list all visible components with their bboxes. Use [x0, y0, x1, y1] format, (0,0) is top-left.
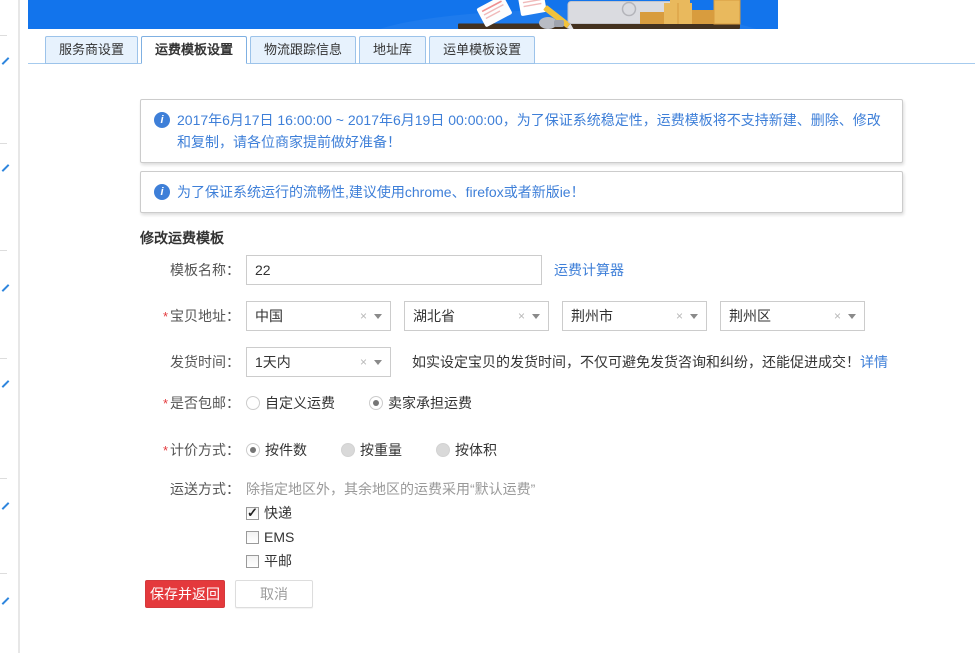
delivery-time-select[interactable]: 1天内 × — [246, 347, 391, 377]
shipping-method-hint: 除指定地区外，其余地区的运费采用“默认运费” — [246, 479, 535, 499]
clear-icon[interactable]: × — [360, 355, 367, 369]
checkbox-icon[interactable] — [246, 555, 259, 568]
freight-template-settings-page: 服务商设置 运费模板设置 物流跟踪信息 地址库 运单模板设置 i 2017年6月… — [0, 0, 975, 653]
tab-list: 服务商设置 运费模板设置 物流跟踪信息 地址库 运单模板设置 — [45, 36, 538, 64]
checkbox-express-row[interactable]: 快递 — [246, 503, 535, 523]
sidebar-divider — [0, 35, 7, 36]
checkbox-icon[interactable] — [246, 531, 259, 544]
radio-icon — [369, 396, 383, 410]
tab-freight-template-settings[interactable]: 运费模板设置 — [141, 36, 247, 64]
clear-icon[interactable]: × — [360, 309, 367, 323]
radio-seller-pays-freight[interactable]: 卖家承担运费 — [369, 393, 472, 413]
radio-icon — [436, 443, 450, 457]
tab-service-provider-settings[interactable]: 服务商设置 — [45, 36, 138, 64]
template-name-input[interactable] — [246, 255, 542, 285]
radio-icon — [341, 443, 355, 457]
info-icon: i — [154, 184, 170, 200]
detail-link[interactable]: 详情 — [860, 347, 888, 377]
item-address-row: *宝贝地址： 中国 × 湖北省 × 荆州市 × 荆州区 — [140, 301, 960, 331]
tab-logistics-tracking-info[interactable]: 物流跟踪信息 — [250, 36, 356, 64]
district-select[interactable]: 荆州区 × — [720, 301, 865, 331]
free-shipping-label: *是否包邮： — [140, 393, 240, 413]
radio-icon — [246, 396, 260, 410]
check-icon — [2, 164, 10, 172]
chevron-down-icon — [690, 314, 698, 319]
cancel-button[interactable]: 取消 — [235, 580, 313, 608]
chevron-down-icon — [374, 314, 382, 319]
checkbox-surface-mail-row[interactable]: 平邮 — [246, 551, 535, 571]
radio-by-weight[interactable]: 按重量 — [341, 440, 402, 460]
radio-by-volume[interactable]: 按体积 — [436, 440, 497, 460]
check-icon — [2, 57, 10, 65]
maintenance-notice: i 2017年6月17日 16:00:00 ~ 2017年6月19日 00:00… — [140, 99, 903, 163]
form-actions: 保存并返回 取消 — [145, 580, 960, 608]
banner-illustration — [28, 0, 778, 29]
template-name-label: 模板名称： — [140, 255, 240, 285]
freight-template-form: 模板名称： 运费计算器 *宝贝地址： 中国 × 湖北省 × — [140, 255, 960, 608]
chevron-down-icon — [848, 314, 856, 319]
clear-icon[interactable]: × — [676, 309, 683, 323]
required-asterisk: * — [163, 443, 168, 458]
delivery-time-hint: 如实设定宝贝的发货时间，不仅可避免发货咨询和纠纷，还能促进成交！ — [412, 347, 860, 377]
tab-bar: 服务商设置 运费模板设置 物流跟踪信息 地址库 运单模板设置 — [28, 36, 975, 64]
freight-calculator-link[interactable]: 运费计算器 — [554, 255, 624, 285]
shipping-method-label: 运送方式： — [140, 479, 240, 571]
radio-by-piece[interactable]: 按件数 — [246, 440, 307, 460]
check-icon — [2, 597, 10, 605]
chevron-down-icon — [532, 314, 540, 319]
delivery-time-label: 发货时间： — [140, 347, 240, 377]
check-icon — [2, 502, 10, 510]
required-asterisk: * — [163, 396, 168, 411]
cropped-sidebar — [0, 0, 20, 653]
tab-waybill-template-settings[interactable]: 运单模板设置 — [429, 36, 535, 64]
browser-notice-text: 为了保证系统运行的流畅性,建议使用chrome、firefox或者新版ie！ — [177, 181, 585, 203]
checkbox-ems-row[interactable]: EMS — [246, 527, 535, 547]
check-icon — [2, 284, 10, 292]
item-address-label: *宝贝地址： — [140, 301, 240, 331]
maintenance-notice-text: 2017年6月17日 16:00:00 ~ 2017年6月19日 00:00:0… — [177, 109, 884, 153]
province-select[interactable]: 湖北省 × — [404, 301, 549, 331]
country-select[interactable]: 中国 × — [246, 301, 391, 331]
template-name-row: 模板名称： 运费计算器 — [140, 255, 960, 285]
free-shipping-row: *是否包邮： 自定义运费 卖家承担运费 — [140, 393, 960, 413]
check-icon — [2, 380, 10, 388]
pricing-method-label: *计价方式： — [140, 440, 240, 460]
sidebar-divider — [0, 250, 7, 251]
tab-address-library[interactable]: 地址库 — [359, 36, 426, 64]
clear-icon[interactable]: × — [518, 309, 525, 323]
chevron-down-icon — [374, 360, 382, 365]
promo-banner — [28, 0, 778, 29]
page-title: 修改运费模板 — [140, 228, 224, 248]
browser-notice: i 为了保证系统运行的流畅性,建议使用chrome、firefox或者新版ie！ — [140, 171, 903, 213]
pricing-method-row: *计价方式： 按件数 按重量 按体积 — [140, 440, 960, 460]
sidebar-divider — [0, 478, 7, 479]
required-asterisk: * — [163, 309, 168, 324]
info-icon: i — [154, 112, 170, 128]
sidebar-divider — [0, 143, 7, 144]
delivery-time-row: 发货时间： 1天内 × 如实设定宝贝的发货时间，不仅可避免发货咨询和纠纷，还能促… — [140, 347, 960, 377]
sidebar-divider — [0, 573, 7, 574]
save-and-return-button[interactable]: 保存并返回 — [145, 580, 225, 608]
radio-custom-freight[interactable]: 自定义运费 — [246, 393, 335, 413]
clear-icon[interactable]: × — [834, 309, 841, 323]
sidebar-divider — [0, 358, 7, 359]
city-select[interactable]: 荆州市 × — [562, 301, 707, 331]
checkbox-icon[interactable] — [246, 507, 259, 520]
radio-icon — [246, 443, 260, 457]
shipping-method-row: 运送方式： 除指定地区外，其余地区的运费采用“默认运费” 快递 EMS 平邮 — [140, 479, 960, 571]
